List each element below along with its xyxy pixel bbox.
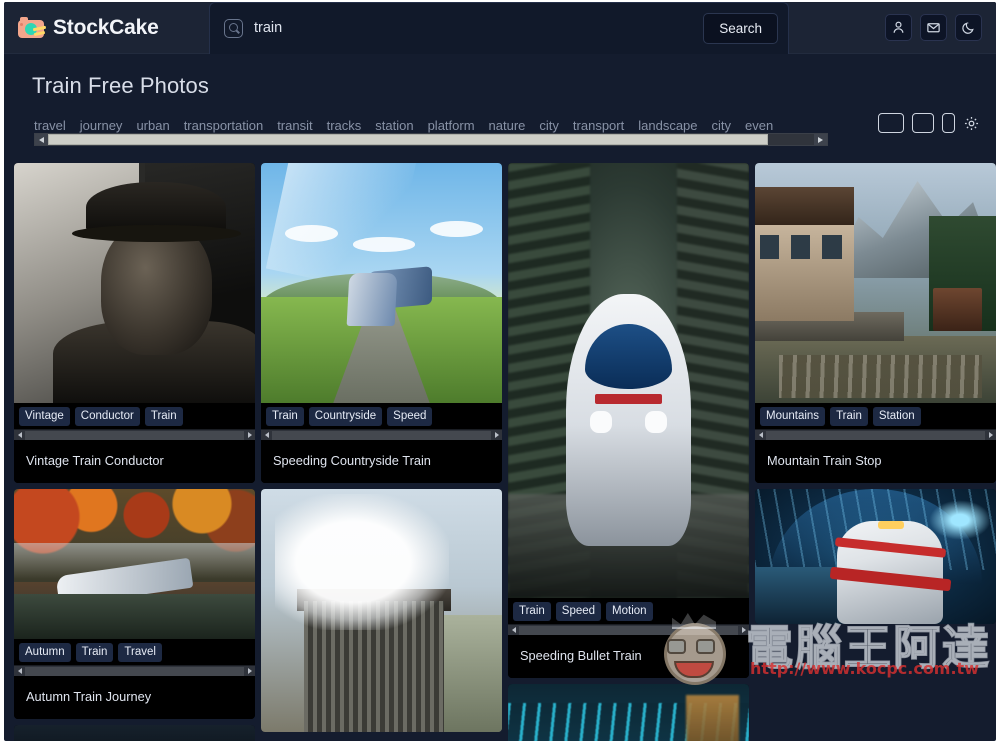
scroll-left-arrow[interactable] — [35, 134, 48, 145]
tag-chip[interactable]: Mountains — [760, 407, 826, 426]
photo-card[interactable]: Vintage Conductor Train Vintage Train Co… — [14, 163, 255, 483]
grid-column-3: Train Speed Motion Speeding Bullet Train — [508, 163, 749, 741]
tag-chip[interactable]: Speed — [387, 407, 433, 426]
tag-chip[interactable]: Speed — [555, 602, 602, 621]
photo-card[interactable]: Train Countryside Speed Speeding Country… — [261, 163, 502, 483]
tag-chip[interactable]: Train — [266, 407, 304, 426]
scroll-left-arrow[interactable] — [755, 431, 766, 440]
scroll-left-arrow[interactable] — [261, 431, 272, 440]
moon-icon — [961, 20, 976, 35]
card-tags: Train Countryside Speed — [261, 403, 502, 429]
tag-chip[interactable]: Train — [75, 643, 114, 662]
grid-column-4: Mountains Train Station Mountain Train S… — [755, 163, 996, 741]
scroll-right-arrow[interactable] — [814, 134, 827, 145]
tag-chip[interactable]: Countryside — [308, 407, 383, 426]
search-input[interactable] — [243, 20, 704, 36]
card-tag-scrollbar[interactable] — [261, 429, 502, 440]
card-tag-scrollbar[interactable] — [14, 429, 255, 440]
stockcake-page: StockCake Search — [4, 2, 996, 741]
tag-scrollbar[interactable] — [34, 133, 828, 146]
scroll-left-arrow[interactable] — [14, 667, 25, 676]
tag-chip[interactable]: Conductor — [74, 407, 140, 426]
photo-card[interactable] — [261, 489, 502, 732]
layout-medium-button[interactable] — [912, 113, 934, 133]
browser-viewport: StockCake Search — [0, 0, 1000, 743]
account-button[interactable] — [885, 14, 912, 41]
view-tools — [878, 113, 980, 133]
card-image[interactable] — [755, 163, 996, 403]
card-tag-scrollbar[interactable] — [14, 665, 255, 676]
scroll-left-arrow[interactable] — [14, 431, 25, 440]
page-heading-area: Train Free Photos — [4, 54, 996, 99]
card-title: Speeding Countryside Train — [261, 440, 502, 483]
card-image[interactable] — [14, 163, 255, 403]
photo-card[interactable] — [14, 725, 255, 741]
brand-logo[interactable]: StockCake — [4, 2, 209, 54]
scroll-left-arrow[interactable] — [508, 626, 519, 635]
scroll-right-arrow[interactable] — [244, 431, 255, 440]
card-tag-scrollbar[interactable] — [755, 429, 996, 440]
tag-chip[interactable]: Station — [872, 407, 921, 426]
card-image[interactable] — [508, 163, 749, 598]
site-header: StockCake Search — [4, 2, 996, 54]
photo-grid: Vintage Conductor Train Vintage Train Co… — [14, 163, 996, 741]
tag-chip[interactable]: Train — [830, 407, 868, 426]
tag-chip[interactable]: Autumn — [19, 643, 71, 662]
search-button[interactable]: Search — [703, 12, 778, 44]
scrollbar-thumb[interactable] — [48, 134, 769, 145]
photo-card[interactable] — [755, 489, 996, 624]
tag-chip[interactable]: Travel — [118, 643, 162, 662]
card-tags: Vintage Conductor Train — [14, 403, 255, 429]
card-tags: Autumn Train Travel — [14, 639, 255, 665]
tag-chip[interactable]: Train — [513, 602, 551, 621]
theme-toggle-button[interactable] — [955, 14, 982, 41]
card-image[interactable] — [14, 725, 255, 741]
search-bar: Search — [209, 2, 789, 54]
scrollbar-track[interactable] — [272, 430, 491, 440]
card-tag-scrollbar[interactable] — [508, 624, 749, 635]
tag-chip[interactable]: Vintage — [19, 407, 70, 426]
card-image[interactable] — [261, 489, 502, 732]
card-image[interactable] — [14, 489, 255, 639]
photo-card[interactable]: Mountains Train Station Mountain Train S… — [755, 163, 996, 483]
scrollbar-track[interactable] — [25, 430, 244, 440]
grid-column-2: Train Countryside Speed Speeding Country… — [261, 163, 502, 741]
scrollbar-track[interactable] — [766, 430, 985, 440]
photo-card[interactable]: Autumn Train Travel Autumn Train Journey — [14, 489, 255, 719]
photo-card[interactable]: Train Speed Motion Speeding Bullet Train — [508, 163, 749, 678]
layout-wide-button[interactable] — [878, 113, 904, 133]
scroll-right-arrow[interactable] — [244, 667, 255, 676]
tag-chip[interactable]: Train — [144, 407, 183, 426]
scroll-right-arrow[interactable] — [738, 626, 749, 635]
card-image[interactable] — [261, 163, 502, 403]
scrollbar-track[interactable] — [48, 134, 814, 145]
card-title: Mountain Train Stop — [755, 440, 996, 483]
card-title: Autumn Train Journey — [14, 676, 255, 719]
scrollbar-track[interactable] — [519, 625, 738, 635]
camera-icon — [18, 17, 47, 38]
messages-button[interactable] — [920, 14, 947, 41]
card-title: Vintage Train Conductor — [14, 440, 255, 483]
page-title: Train Free Photos — [32, 73, 209, 98]
scroll-right-arrow[interactable] — [985, 431, 996, 440]
header-actions — [885, 14, 996, 41]
search-icon — [224, 18, 243, 38]
envelope-icon — [926, 20, 941, 35]
scrollbar-track[interactable] — [25, 666, 244, 676]
card-tags: Train Speed Motion — [508, 598, 749, 624]
tag-strip: travel journey urban transportation transit t… — [4, 113, 996, 155]
brand-name: StockCake — [53, 15, 159, 39]
card-image[interactable] — [755, 489, 996, 624]
layout-narrow-button[interactable] — [942, 113, 955, 133]
gear-icon[interactable] — [963, 115, 980, 132]
card-title: Speeding Bullet Train — [508, 635, 749, 678]
photo-card[interactable] — [508, 684, 749, 741]
scroll-right-arrow[interactable] — [491, 431, 502, 440]
grid-column-1: Vintage Conductor Train Vintage Train Co… — [14, 163, 255, 741]
card-image[interactable] — [508, 684, 749, 741]
tag-chip[interactable]: Motion — [606, 602, 653, 621]
user-icon — [891, 20, 906, 35]
card-tags: Mountains Train Station — [755, 403, 996, 429]
